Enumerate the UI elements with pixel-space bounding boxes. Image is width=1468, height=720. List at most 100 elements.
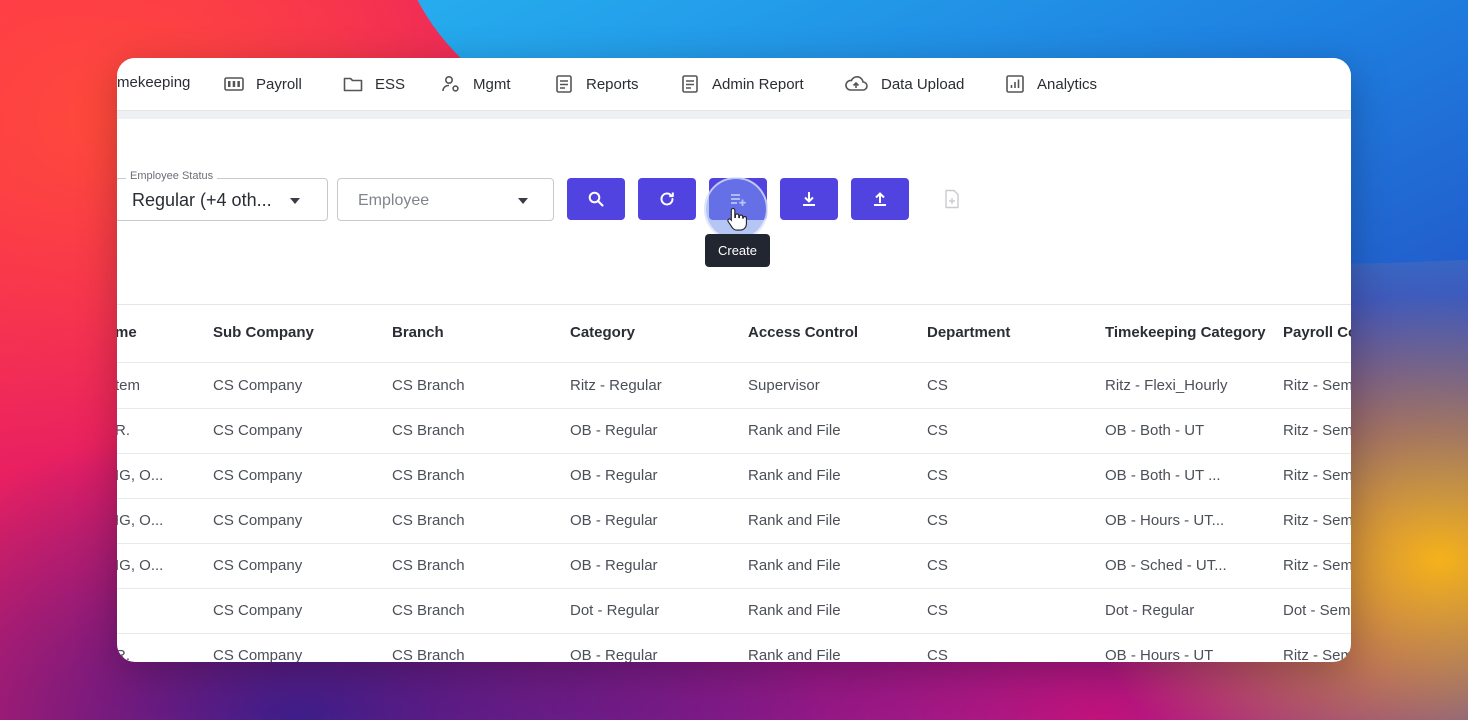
nav-payroll-label: Payroll (256, 75, 302, 93)
table-cell: CS Company (213, 467, 303, 484)
table-cell: CS (927, 467, 948, 484)
table-cell: IG, O... (117, 557, 164, 574)
table-cell: CS Branch (392, 377, 465, 394)
table-row-divider (117, 588, 1351, 589)
nav-analytics-label: Analytics (1037, 75, 1098, 93)
table-cell: CS Branch (392, 602, 465, 619)
folder-icon (343, 74, 363, 94)
table-cell: Dot - Regular (1105, 602, 1195, 619)
table-cell: OB - Hours - UT (1105, 647, 1214, 662)
table-cell: CS Branch (392, 512, 465, 529)
table-cell: CS (927, 377, 948, 394)
table-cell: tem (117, 377, 141, 394)
table-cell: Rank and File (748, 557, 841, 574)
table-cell: CS Company (213, 602, 303, 619)
table-cell: OB - Regular (570, 512, 658, 529)
table-cell: CS Company (213, 422, 303, 439)
table-cell: Ritz - Sem (1283, 557, 1351, 574)
table-row-divider (117, 633, 1351, 634)
chevron-down-icon (290, 198, 300, 204)
table-row-divider (117, 543, 1351, 544)
table-cell: CS (927, 602, 948, 619)
table-cell: Ritz - Sem (1283, 647, 1351, 662)
refresh-button[interactable] (638, 178, 696, 220)
app-window: mekeeping Payroll ESS Mgmt Reports Admin… (117, 58, 1351, 662)
table-cell: Ritz - Flexi_Hourly (1105, 377, 1228, 394)
table-header-cell[interactable]: Branch (392, 324, 562, 341)
employee-status-select[interactable]: Employee Status Regular (+4 oth... (117, 170, 328, 221)
download-button[interactable] (780, 178, 838, 220)
table-cell: Ritz - Sem (1283, 377, 1351, 394)
hand-cursor-icon (727, 207, 747, 231)
table-cell: CS (927, 557, 948, 574)
table-cell: Ritz - Sem (1283, 512, 1351, 529)
table-cell: CS (927, 647, 948, 662)
nav-reports-label: Reports (586, 75, 639, 93)
table-cell: IG, O... (117, 467, 164, 484)
table-cell: Dot - Sem (1283, 602, 1351, 619)
table-cell: CS (927, 512, 948, 529)
table-cell: CS Branch (392, 647, 465, 662)
nav-ess-label: ESS (375, 75, 406, 93)
table-cell: OB - Regular (570, 647, 658, 662)
table-cell: OB - Both - UT ... (1105, 467, 1221, 484)
navbar-divider (117, 111, 1351, 119)
table-header-cell[interactable]: Category (570, 324, 740, 341)
file-add-icon[interactable] (943, 189, 961, 209)
upload-button[interactable] (851, 178, 909, 220)
table-cell: Rank and File (748, 467, 841, 484)
nav-data-upload-label: Data Upload (881, 75, 965, 93)
table-header-cell[interactable]: Department (927, 324, 1097, 341)
table-cell: CS Branch (392, 557, 465, 574)
nav-timekeeping-label: mekeeping (117, 74, 191, 91)
nav-payroll[interactable]: Payroll (224, 74, 302, 94)
table-header-divider (117, 362, 1351, 363)
nav-admin-report[interactable]: Admin Report (680, 74, 804, 94)
table-cell: OB - Both - UT (1105, 422, 1205, 439)
table-cell: Dot - Regular (570, 602, 660, 619)
table-header-cell[interactable]: Access Control (748, 324, 918, 341)
table-cell: R. (117, 647, 130, 662)
nav-data-upload[interactable]: Data Upload (843, 74, 964, 94)
table-cell: Ritz - Regular (570, 377, 662, 394)
money-icon (224, 74, 244, 94)
nav-analytics[interactable]: Analytics (1005, 74, 1097, 94)
bar-chart-icon (1005, 74, 1025, 94)
search-button[interactable] (567, 178, 625, 220)
table-cell: CS Company (213, 512, 303, 529)
table-cell: CS Company (213, 557, 303, 574)
table-cell: OB - Hours - UT... (1105, 512, 1225, 529)
table-cell: IG, O... (117, 512, 164, 529)
table-cell: R. (117, 422, 130, 439)
nav-admin-report-label: Admin Report (712, 75, 804, 93)
table-top-border (117, 304, 1351, 305)
nav-timekeeping[interactable]: mekeeping (117, 74, 190, 91)
user-gear-icon (441, 74, 461, 94)
table-header-cell[interactable]: Payroll Co (1283, 324, 1351, 341)
download-icon (803, 192, 815, 206)
employee-select[interactable]: Employee (337, 178, 554, 221)
employee-status-label: Employee Status (126, 170, 218, 182)
top-navbar: mekeeping Payroll ESS Mgmt Reports Admin… (117, 58, 1351, 111)
nav-mgmt-label: Mgmt (473, 75, 511, 93)
nav-mgmt[interactable]: Mgmt (441, 74, 511, 94)
table-cell: OB - Regular (570, 557, 658, 574)
table-cell: Supervisor (748, 377, 820, 394)
document-icon (554, 74, 574, 94)
table-cell: Rank and File (748, 512, 841, 529)
table-cell: CS (927, 422, 948, 439)
table-header-cell[interactable]: Timekeeping Category (1105, 324, 1279, 341)
table-header-cell[interactable]: me (117, 324, 205, 341)
table-cell: CS Branch (392, 467, 465, 484)
table-cell: CS Company (213, 647, 303, 662)
table-header-cell[interactable]: Sub Company (213, 324, 383, 341)
document-icon (680, 74, 700, 94)
table-cell: CS Branch (392, 422, 465, 439)
table-cell: CS Company (213, 377, 303, 394)
nav-reports[interactable]: Reports (554, 74, 639, 94)
table-cell: Rank and File (748, 422, 841, 439)
nav-ess[interactable]: ESS (343, 74, 405, 94)
employee-placeholder: Employee (358, 192, 430, 209)
table-cell: OB - Sched - UT... (1105, 557, 1227, 574)
table-row-divider (117, 453, 1351, 454)
